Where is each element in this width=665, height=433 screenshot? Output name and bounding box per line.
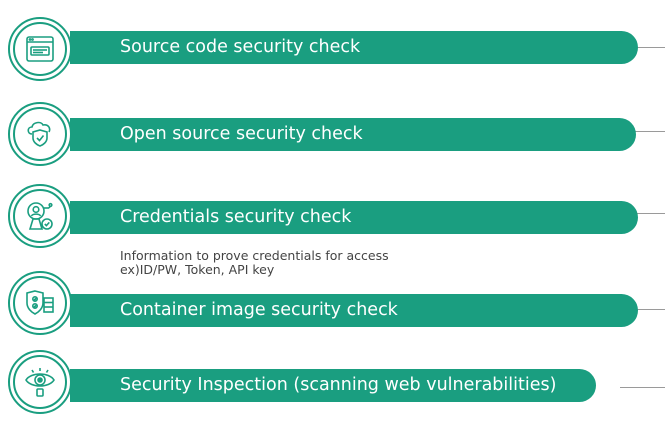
list-item-source-code: Source code security check xyxy=(0,15,665,95)
list-item-security-inspection: Security Inspection (scanning web vulner… xyxy=(0,348,665,428)
item-label-bar: Source code security check xyxy=(70,31,638,64)
item-label-bar: Open source security check xyxy=(70,118,636,151)
credential-user-icon xyxy=(8,184,72,248)
item-label: Security Inspection (scanning web vulner… xyxy=(120,375,557,395)
code-window-icon xyxy=(8,17,72,81)
list-item-open-source: Open source security check xyxy=(0,100,665,180)
item-label: Source code security check xyxy=(120,37,361,57)
item-label-bar: Container image security check xyxy=(70,294,638,327)
eye-scan-icon xyxy=(8,350,72,414)
item-description: Information to prove credentials for acc… xyxy=(120,248,389,277)
item-label-bar: Credentials security check xyxy=(70,201,638,234)
list-item-credentials: Credentials security check Information t… xyxy=(0,182,665,277)
container-shield-icon xyxy=(8,271,72,335)
cloud-shield-icon xyxy=(8,102,72,166)
connector-line xyxy=(620,387,665,388)
item-label-bar: Security Inspection (scanning web vulner… xyxy=(70,369,596,402)
item-label: Open source security check xyxy=(120,124,363,144)
list-item-container-image: Container image security check xyxy=(0,271,665,358)
item-label: Container image security check xyxy=(120,300,398,320)
item-label: Credentials security check xyxy=(120,207,352,227)
